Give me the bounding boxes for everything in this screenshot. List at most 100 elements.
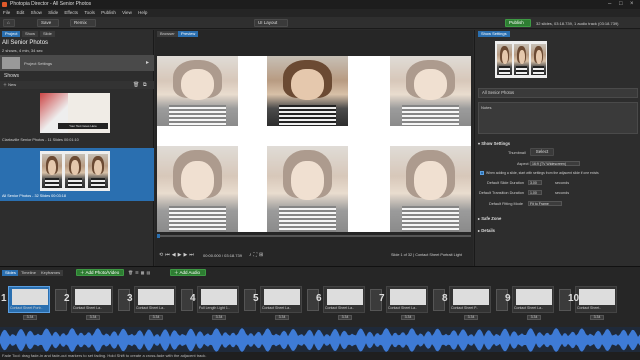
- publish-label: Publish: [509, 20, 524, 25]
- new-show-button[interactable]: ＋ New: [3, 82, 16, 88]
- show-settings-label: Show Settings: [481, 141, 511, 146]
- aspect-ratio-select[interactable]: 16:9 (TV Widescreen): [530, 161, 580, 166]
- minimize-icon[interactable]: –: [608, 0, 611, 9]
- clip-duration[interactable]: 3.34: [401, 315, 415, 320]
- home-button[interactable]: ⌂: [3, 19, 15, 27]
- ui-layout-button[interactable]: UI Layout: [254, 19, 288, 27]
- film-icon[interactable]: ▤: [146, 270, 152, 275]
- scrubber-handle[interactable]: [157, 234, 160, 238]
- safe-zone-heading[interactable]: ▸ Safe Zone: [478, 216, 501, 221]
- left-panel: Project Show Slide All Senior Photos 2 s…: [0, 30, 154, 266]
- clip-duration[interactable]: 3.34: [149, 315, 163, 320]
- transition-duration-input[interactable]: 1.00: [528, 190, 542, 195]
- adjacent-settings-checkbox[interactable]: [480, 171, 484, 175]
- menu-help[interactable]: Help: [138, 10, 147, 15]
- clip-label: Contact Sheet La..: [514, 306, 543, 310]
- menu-tools[interactable]: Tools: [84, 10, 95, 15]
- clip-duration[interactable]: 3.34: [464, 315, 478, 320]
- clip-label: Contact Sheet La..: [136, 306, 165, 310]
- menu-show[interactable]: Show: [31, 10, 42, 15]
- thumbnail-label: Thumbnail: [508, 151, 526, 155]
- menu-publish[interactable]: Publish: [101, 10, 116, 15]
- slide-clip[interactable]: 2 Contact Sheet La.. 3.34: [64, 286, 113, 320]
- slide-clip[interactable]: 8 Contact Sheet P.. 3.34: [442, 286, 491, 320]
- tab-project[interactable]: Project: [2, 31, 21, 37]
- remix-button[interactable]: Remix: [70, 19, 96, 27]
- skip-forward-icon[interactable]: ⏭: [189, 252, 196, 258]
- notes-field[interactable]: Notes: [478, 102, 638, 134]
- slide-clip[interactable]: 1 Contact Sheet Portr.. 3.34: [1, 286, 50, 320]
- slide-clip[interactable]: 3 Contact Sheet La.. 3.34: [127, 286, 176, 320]
- tab-keyframes[interactable]: Keyframes: [38, 270, 64, 276]
- contact-photo-6: [390, 146, 471, 232]
- close-icon[interactable]: ×: [630, 0, 634, 9]
- tab-show[interactable]: Show: [22, 31, 39, 37]
- details-heading[interactable]: ▸ Details: [478, 228, 495, 233]
- slide-clip[interactable]: 6 Contact Sheet La.. 3.34: [316, 286, 365, 320]
- clip-number: 7: [379, 293, 385, 304]
- menu-slide[interactable]: Slide: [48, 10, 58, 15]
- copy-icon[interactable]: ⧉: [143, 82, 147, 88]
- playback-scrubber[interactable]: [157, 234, 471, 238]
- show-thumbnail-selected: [40, 151, 110, 191]
- clip-thumbnail: [390, 289, 426, 305]
- transition-duration-unit: seconds: [555, 191, 570, 195]
- publish-button[interactable]: Publish: [505, 19, 531, 27]
- clip-number: 4: [190, 293, 196, 304]
- project-meta: 2 shows, 4 min, 34 sec: [2, 48, 43, 53]
- slide-clip[interactable]: 9 Contact Sheet La.. 3.34: [505, 286, 554, 320]
- clip-thumbnail: [75, 289, 111, 305]
- clip-duration[interactable]: 3.34: [275, 315, 289, 320]
- slide-clip[interactable]: 7 Contact Sheet La.. 3.34: [379, 286, 428, 320]
- project-settings-row[interactable]: Project Settings ▸: [0, 55, 154, 71]
- add-audio-label: Add Audio: [179, 270, 201, 275]
- clip-duration[interactable]: 3.34: [590, 315, 604, 320]
- transport-controls: ⟲⏮◀▶▶⏭: [159, 252, 196, 258]
- contact-photo-5: [267, 146, 348, 232]
- save-button[interactable]: Save: [37, 19, 59, 27]
- trash-icon[interactable]: 🗑: [133, 82, 139, 88]
- show-item-all-senior[interactable]: All Senior Photos - 32 Slides 00:03:18: [0, 148, 154, 201]
- project-settings-label: Project Settings: [24, 61, 53, 66]
- clip-duration[interactable]: 3.34: [86, 315, 100, 320]
- tab-show-settings[interactable]: Show Settings: [478, 31, 510, 37]
- slide-clip[interactable]: 5 Contact Sheet La.. 3.34: [253, 286, 302, 320]
- project-name: All Senior Photos: [2, 40, 49, 46]
- select-thumbnail-button[interactable]: Select: [530, 148, 554, 156]
- show-name-field[interactable]: All Senior Photos: [478, 88, 638, 98]
- clip-duration[interactable]: 3.34: [527, 315, 541, 320]
- clip-label: Contact Sheet La..: [73, 306, 102, 310]
- show-settings-panel: Show Settings All Senior Photos Notes ▾ …: [474, 30, 640, 266]
- clip-label: Full Length Light 1..: [199, 306, 230, 310]
- clip-duration[interactable]: 3.34: [338, 315, 352, 320]
- maximize-icon[interactable]: □: [619, 0, 623, 9]
- menu-bar: File Edit Show Slide Effects Tools Publi…: [0, 9, 640, 17]
- zoom-icon[interactable]: ⊞: [259, 252, 265, 258]
- tab-browser[interactable]: Browser: [157, 31, 178, 37]
- new-label: New: [8, 82, 17, 87]
- add-photo-video-button[interactable]: ＋ Add Photo/Video: [76, 269, 124, 276]
- tab-slides[interactable]: Slides: [2, 270, 19, 276]
- clip-duration[interactable]: 3.34: [212, 315, 226, 320]
- slide-clip[interactable]: 10 Contact Sheet.. 3.34: [568, 286, 617, 320]
- tab-timeline[interactable]: Timeline: [18, 270, 39, 276]
- timeline-tools: 🗑☰▦▤: [128, 270, 152, 275]
- slide-timeline: Slides Timeline Keyframes ＋ Add Photo/Vi…: [0, 266, 640, 353]
- shows-toolbar: ＋ New 🗑 ⧉: [0, 81, 154, 89]
- add-audio-button[interactable]: ＋ Add Audio: [170, 269, 206, 276]
- slide-clip[interactable]: 4 Full Length Light 1.. 3.34: [190, 286, 239, 320]
- menu-effects[interactable]: Effects: [64, 10, 78, 15]
- show-settings-heading[interactable]: ▾ Show Settings: [478, 141, 510, 146]
- slide-duration-input[interactable]: 3.00: [528, 180, 542, 185]
- save-label: Save: [41, 20, 52, 25]
- fitting-mode-select[interactable]: Fit to Frame: [528, 201, 562, 206]
- menu-view[interactable]: View: [122, 10, 132, 15]
- remix-label: Remix: [74, 20, 87, 25]
- menu-file[interactable]: File: [3, 10, 10, 15]
- menu-edit[interactable]: Edit: [17, 10, 25, 15]
- show-item-clarksville[interactable]: Your Text Goes Here Clarksville Senior P…: [0, 91, 154, 146]
- project-thumbnail: [2, 57, 20, 69]
- tab-preview[interactable]: Preview: [178, 31, 199, 37]
- clip-duration[interactable]: 3.34: [23, 315, 37, 320]
- tab-slide[interactable]: Slide: [40, 31, 55, 37]
